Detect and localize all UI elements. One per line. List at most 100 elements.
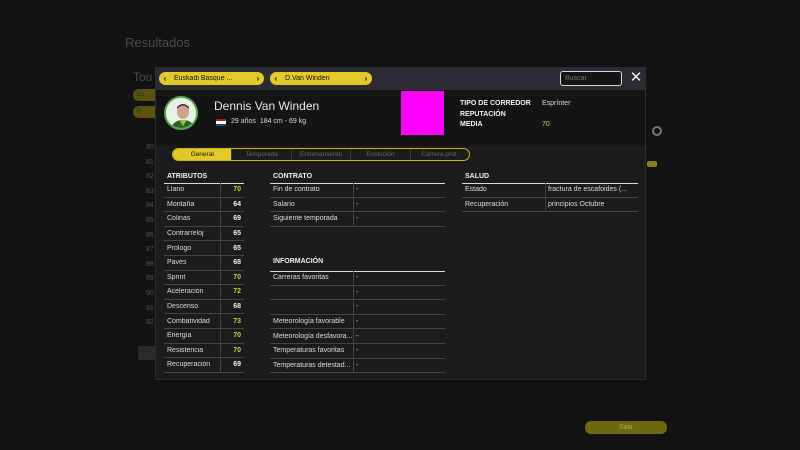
background-row-number: 81	[146, 158, 154, 166]
health-title: SALUD	[465, 173, 490, 180]
tab-evolution[interactable]: Evolución	[351, 149, 411, 160]
attribute-row-label: Colinas	[167, 215, 191, 223]
contract-row: Fin de contrato -	[270, 183, 445, 198]
rider-selector[interactable]: ‹ D.Van Winden ›	[270, 72, 372, 85]
attribute-row: Contrarreloj 65	[164, 226, 244, 242]
attribute-row: Aceleración 72	[164, 285, 244, 300]
attribute-row-label: Aceleración	[167, 288, 204, 296]
contract-row-label: Salario	[270, 197, 354, 212]
contract-row-value: -	[356, 186, 359, 194]
attribute-row-value: 64	[220, 197, 244, 212]
rider-name: Dennis Van Winden	[214, 99, 320, 113]
information-row-label: Temperaturas detestad...	[270, 358, 354, 373]
rider-avatar	[164, 96, 198, 130]
information-row: -	[270, 285, 445, 301]
background-side-icon	[652, 126, 662, 136]
attribute-row-value: 68	[220, 299, 244, 314]
information-row-value: -	[356, 332, 359, 340]
netherlands-flag-icon	[216, 119, 226, 126]
information-row-label: Meteorología desfavora...	[270, 329, 354, 343]
attribute-row: Colinas 69	[164, 212, 244, 227]
background-row-number: 90	[146, 290, 154, 297]
attribute-row-value: 68	[220, 256, 244, 270]
attribute-row: Sprint 70	[164, 270, 244, 286]
summary-label: TIPO DE CORREDOR	[460, 100, 531, 107]
attribute-row-label: Contrarreloj	[167, 230, 204, 238]
tab-general[interactable]: General	[173, 149, 233, 160]
average-value: 70	[542, 121, 550, 128]
background-row-number: 88	[146, 260, 154, 268]
contract-row-value: -	[356, 215, 359, 223]
information-row: Temperaturas favoritas -	[270, 344, 445, 359]
contract-title: CONTRATO	[273, 173, 313, 180]
rider-selector-label: D.Van Winden	[285, 75, 330, 82]
attribute-row-value: 72	[220, 285, 244, 299]
contract-row-label: Fin de contrato	[270, 183, 354, 197]
background-row-number: 91	[146, 304, 154, 312]
team-selector[interactable]: ‹ Euskadi Basque ... ›	[159, 72, 264, 85]
chevron-left-icon[interactable]: ‹	[270, 74, 282, 83]
background-page-title: Resultados	[125, 35, 191, 50]
attribute-row-label: Prólogo	[167, 244, 192, 252]
profile-tabs: General Temporada Entrenamiento Evolució…	[172, 148, 470, 161]
summary-values: Esprínter 70	[542, 99, 570, 131]
close-icon[interactable]: ✕	[629, 70, 643, 85]
attribute-row: Llano 70	[164, 183, 244, 198]
attribute-row-label: Resistencia	[167, 346, 204, 354]
tab-season[interactable]: Temporada	[232, 149, 292, 160]
rider-details: 29 años 184 cm - 69 kg	[231, 118, 306, 125]
attribute-row: Resistencia 70	[164, 343, 244, 359]
reputation-value	[542, 110, 570, 121]
attribute-row-value: 70	[220, 183, 244, 197]
attribute-row: Prólogo 65	[164, 241, 244, 256]
health-row-value: fractura de escafoides (...	[548, 186, 627, 194]
attribute-row-value: 65	[220, 241, 244, 255]
attribute-row-label: Energía	[167, 332, 192, 340]
background-row-number: 83	[146, 187, 154, 195]
health-row-value: principios Octubre	[548, 200, 605, 208]
attribute-row: Montaña 64	[164, 197, 244, 213]
chevron-right-icon[interactable]: ›	[360, 74, 372, 83]
search-input[interactable]	[560, 71, 622, 86]
modal-top-bar: ‹ Euskadi Basque ... › ‹ D.Van Winden › …	[156, 68, 645, 90]
attribute-row-value: 65	[220, 226, 244, 241]
background-side-marker	[647, 161, 657, 167]
summary-label: REPUTACIÓN	[460, 110, 506, 118]
team-jersey-placeholder	[401, 91, 444, 135]
attribute-row-value: 69	[220, 358, 244, 372]
attribute-row-value: 73	[220, 314, 244, 328]
attribute-row-value: 69	[220, 212, 244, 226]
information-row-value: -	[356, 361, 359, 369]
information-row-label	[270, 285, 354, 300]
attribute-row-label: Llano	[167, 186, 185, 194]
summary-label: MEDIA	[460, 121, 483, 128]
information-row-value: -	[356, 274, 359, 282]
contract-row-label: Siguiente temporada	[270, 212, 354, 226]
chevron-left-icon[interactable]: ‹	[159, 74, 171, 83]
tab-training[interactable]: Entrenamiento	[292, 149, 352, 160]
tab-career[interactable]: Carrera prof.	[411, 149, 469, 160]
information-title: INFORMACIÓN	[273, 258, 324, 265]
information-row-value: -	[356, 288, 359, 296]
exit-button[interactable]: Salir	[585, 421, 667, 434]
information-row: -	[270, 300, 445, 315]
health-row-label: Estado	[462, 183, 546, 197]
health-row-label: Recuperación	[462, 197, 546, 212]
attribute-row-label: Descenso	[167, 303, 199, 311]
attribute-row-label: Montaña	[167, 200, 195, 208]
background-row-number: 86	[146, 231, 154, 239]
background-row-number: 89	[146, 275, 154, 283]
contract-row: Siguiente temporada -	[270, 212, 445, 227]
background-row-number: 82	[146, 173, 154, 181]
attribute-row: Combatividad 73	[164, 314, 244, 329]
background-row-number: 80	[146, 144, 154, 151]
rider-type-value: Esprínter	[542, 100, 571, 107]
rider-age: 29 años	[231, 118, 256, 125]
information-row-label: Meteorología favorable	[270, 314, 354, 329]
information-row-value: -	[356, 347, 359, 355]
health-row: Estado fractura de escafoides (...	[462, 183, 638, 198]
attribute-row-label: Recuperación	[167, 361, 211, 369]
chevron-right-icon[interactable]: ›	[252, 74, 264, 83]
attribute-row-label: Pavés	[167, 259, 187, 267]
summary-labels: TIPO DE CORREDOR REPUTACIÓN MEDIA	[460, 99, 531, 131]
